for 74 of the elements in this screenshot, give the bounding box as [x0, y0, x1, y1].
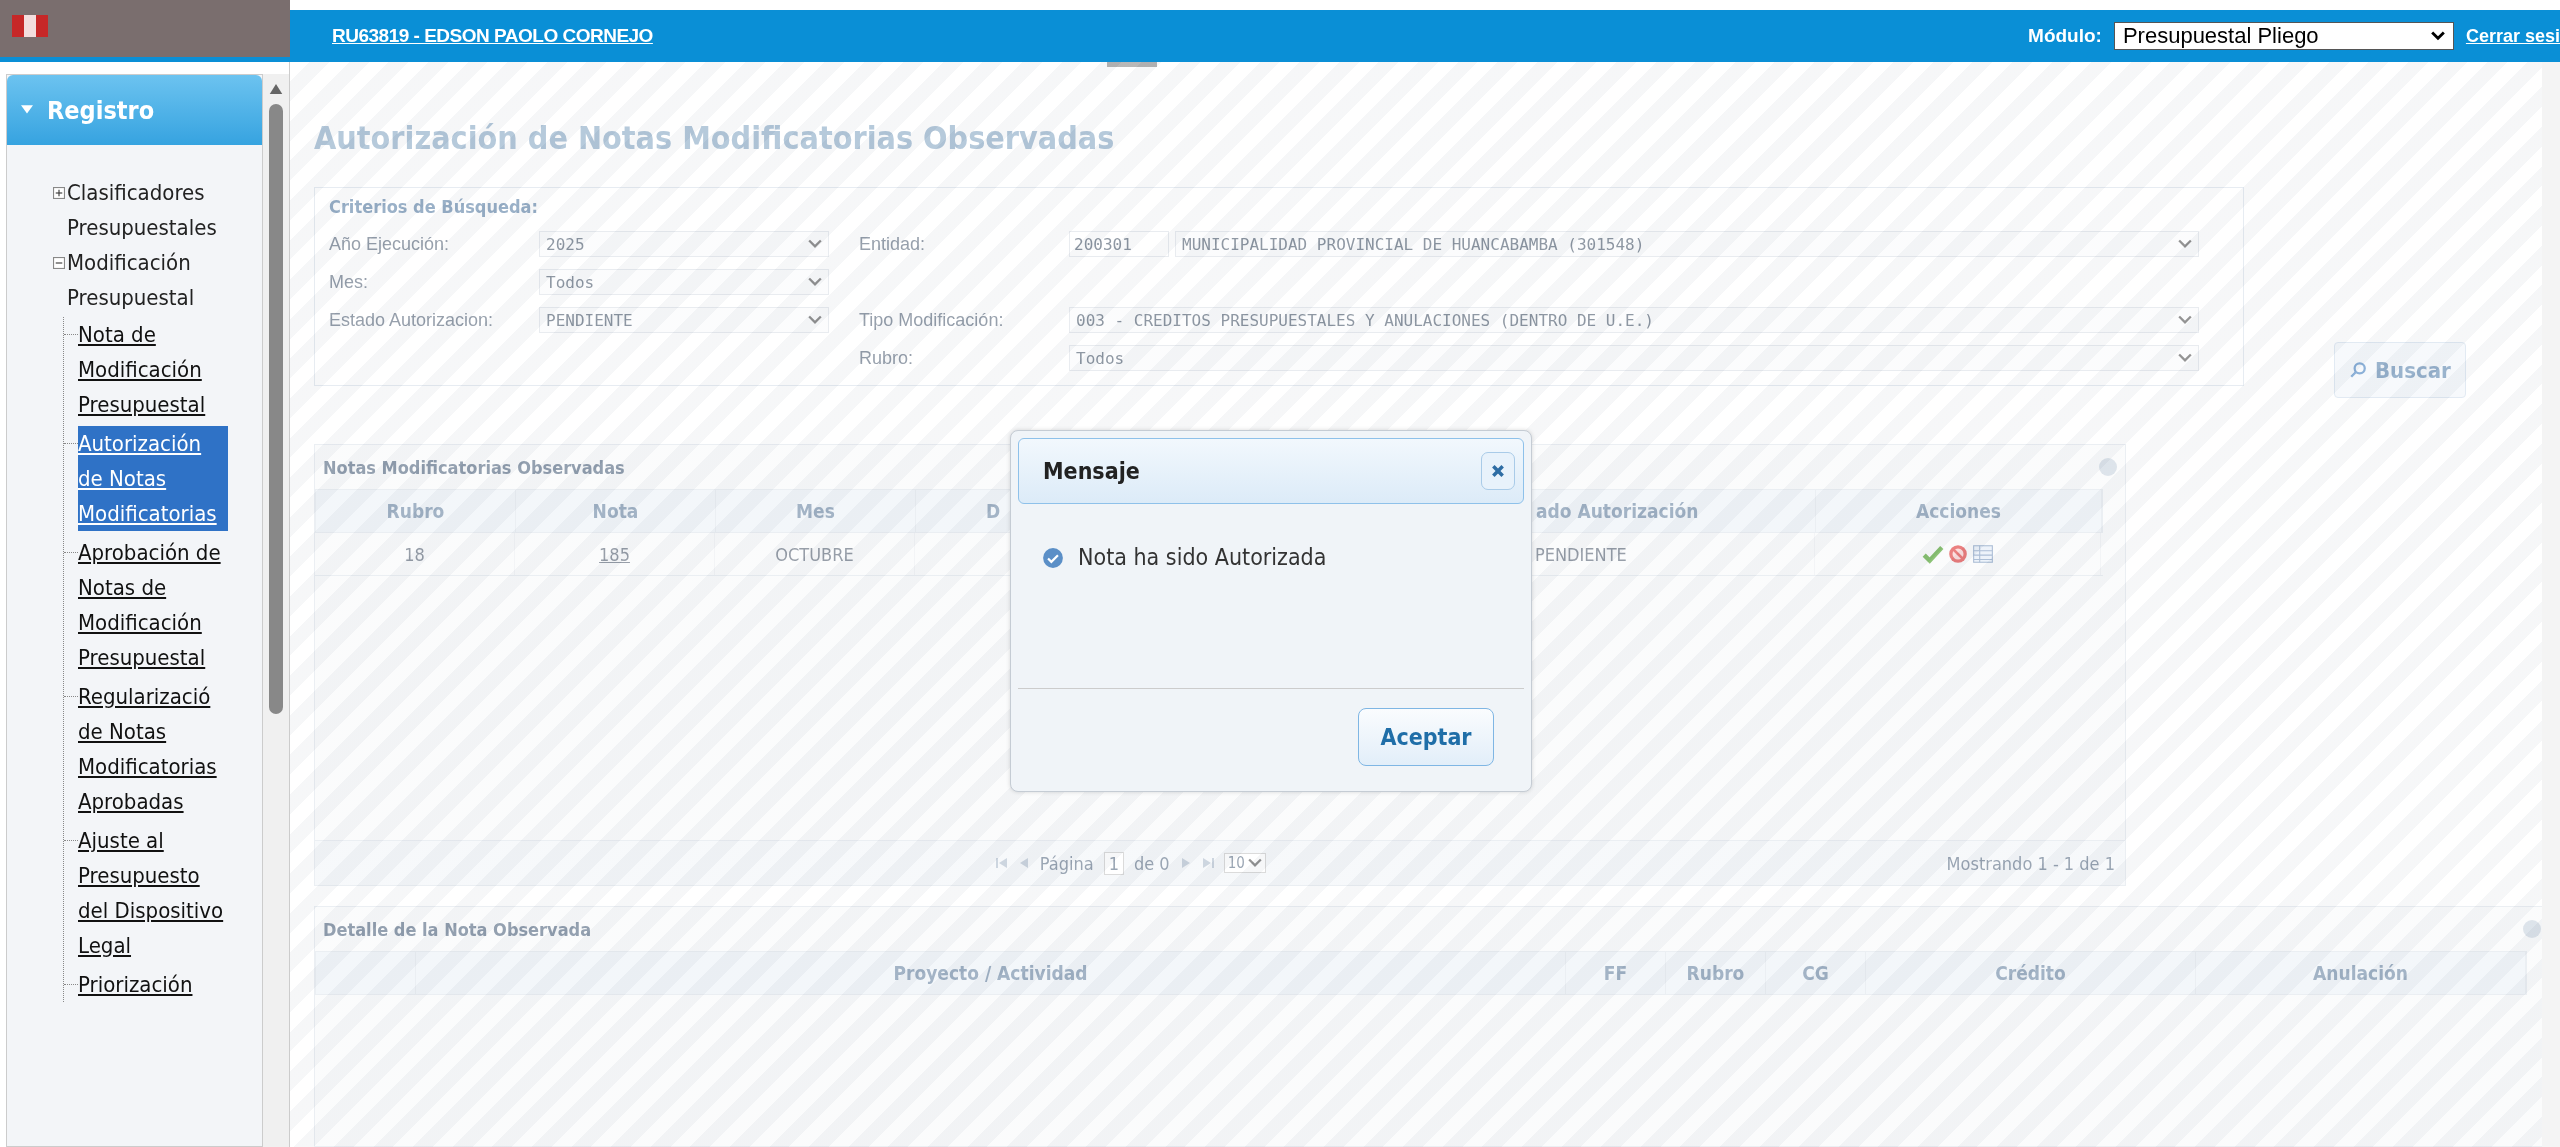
entity-code-field[interactable]: 200301 [1069, 231, 1169, 257]
rubro-select[interactable]: Todos [1069, 345, 2199, 371]
module-label: Módulo: [2028, 25, 2102, 47]
page-count: de 0 [1133, 852, 1170, 874]
expand-icon[interactable] [53, 187, 65, 199]
tree-link[interactable]: Nota de Modificación Presupuestal [78, 317, 228, 422]
month-select[interactable]: Todos [539, 269, 829, 295]
user-link[interactable]: RU63819 - EDSON PAOLO CORNEJO [332, 25, 653, 47]
column-header[interactable]: Proyecto / Actividad [416, 952, 1566, 994]
close-button[interactable] [1481, 452, 1515, 490]
column-header[interactable]: Rubro [316, 490, 516, 532]
field-label: Mes: [329, 271, 369, 293]
caret-icon [2430, 31, 2445, 41]
tree-link[interactable]: Regularizació de Notas Modificatorias Aprobadas [78, 679, 228, 819]
field-label: Rubro: [859, 347, 915, 369]
type-select[interactable]: 003 - CREDITOS PRESUPUESTALES Y ANULACIONES (DENTRO DE U.E.) [1069, 307, 2199, 333]
field-label: Estado Autorizacion: [329, 309, 495, 331]
column-header[interactable]: Anulación [2196, 952, 2526, 994]
column-header[interactable]: FF [1566, 952, 1666, 994]
search-button[interactable]: Buscar [2334, 342, 2466, 398]
collapse-icon[interactable] [53, 257, 65, 269]
caret-icon [1247, 858, 1262, 868]
page-title: Autorización de Notas Modificatorias Observadas [314, 119, 1116, 157]
record-summary: Mostrando 1 - 1 de 1 [1946, 852, 2115, 874]
checkmark-icon[interactable] [1921, 543, 1944, 565]
dialog-title: Mensaje [1043, 458, 1140, 484]
column-header[interactable]: Mes [716, 490, 916, 532]
panel-title: Notas Modificatorias Observadas [323, 456, 625, 478]
entity-select[interactable]: MUNICIPALIDAD PROVINCIAL DE HUANCABAMBA (301548) [1175, 231, 2199, 257]
scroll-up-icon[interactable] [269, 84, 283, 94]
last-page-icon[interactable] [1201, 858, 1214, 868]
page-size-select[interactable]: 10 [1223, 853, 1266, 873]
caret-icon [2178, 315, 2192, 325]
first-page-icon[interactable] [995, 858, 1008, 868]
tree-link[interactable]: Priorización [78, 967, 228, 1002]
field-label: Entidad: [859, 233, 927, 255]
tree-folder-label[interactable]: Clasificadores Presupuestales [67, 175, 227, 245]
page-label: Página [1039, 852, 1094, 874]
table-cell: OCTUBRE [715, 533, 915, 575]
caret-icon [808, 315, 822, 325]
scrollbar[interactable] [263, 74, 289, 1147]
table-icon[interactable] [1971, 543, 1994, 565]
sidebar-section-header[interactable]: Registro [7, 75, 262, 145]
field-label: Tipo Modificación: [859, 309, 1005, 331]
check-circle-icon [1042, 547, 1064, 569]
column-header[interactable]: Acciones [1816, 490, 2102, 532]
accept-button[interactable]: Aceptar [1358, 707, 1494, 766]
caret-icon [808, 277, 822, 287]
caret-icon [2178, 353, 2192, 363]
search-icon [2349, 361, 2367, 379]
scrollbar[interactable] [2542, 62, 2560, 1147]
tree-link[interactable]: Autorización de Notas Modificatorias [78, 426, 228, 531]
tree-link[interactable]: Aprobación de Notas de Modificación Presupuestal [78, 535, 228, 675]
year-select[interactable]: 2025 [539, 231, 829, 257]
close-icon [1491, 464, 1505, 478]
page-input[interactable]: 1 [1103, 851, 1124, 875]
caret-icon [2178, 239, 2192, 249]
caret-icon [808, 239, 822, 249]
column-header[interactable]: Nota [516, 490, 716, 532]
column-header[interactable]: Rubro [1666, 952, 1766, 994]
prohibited-icon[interactable] [1946, 543, 1969, 565]
dialog-message: Nota ha sido Autorizada [1078, 544, 1327, 570]
table-cell: 18 [315, 533, 515, 575]
note-link[interactable]: 185 [515, 533, 715, 575]
column-header[interactable]: Crédito [1866, 952, 2196, 994]
module-select[interactable]: Presupuestal Pliego [2113, 22, 2454, 50]
column-header[interactable]: CG [1766, 952, 1866, 994]
panel-title: Detalle de la Nota Observada [323, 918, 592, 940]
criteria-title: Criterios de Búsqueda: [329, 196, 539, 217]
status-select[interactable]: PENDIENTE [539, 307, 829, 333]
tree-folder-label[interactable]: Modificación Presupuestal [67, 245, 227, 315]
next-page-icon[interactable] [1179, 858, 1192, 868]
field-label: Año Ejecución: [329, 233, 451, 255]
tree-link[interactable]: Ajuste al Presupuesto del Dispositivo Legal [78, 823, 228, 963]
